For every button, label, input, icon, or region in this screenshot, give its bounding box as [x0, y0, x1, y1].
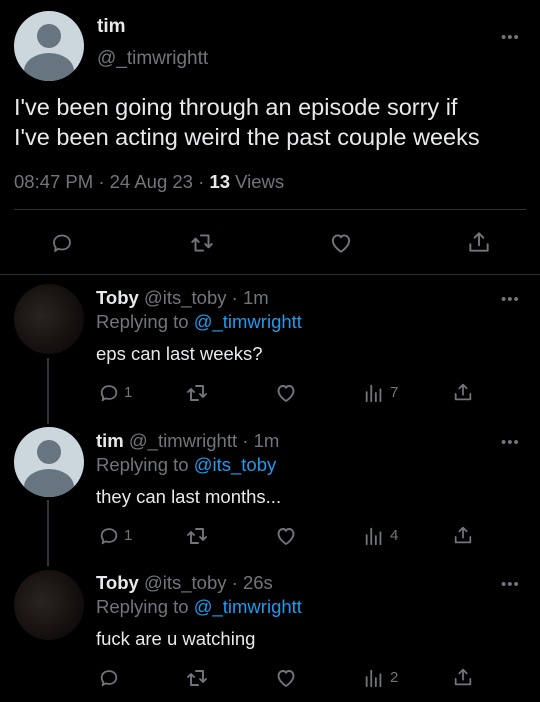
separator: ·: [231, 287, 238, 308]
views-count[interactable]: 13: [209, 171, 230, 192]
replying-to: Replying to @_timwrightt: [96, 596, 302, 618]
thread-line: [47, 500, 49, 566]
views-count: 4: [390, 527, 399, 544]
reply-icon[interactable]: [49, 231, 75, 255]
replying-to: Replying to @_timwrightt: [96, 311, 302, 333]
share-icon[interactable]: [452, 381, 474, 403]
display-name[interactable]: Toby: [96, 287, 139, 308]
retweet-icon[interactable]: [185, 524, 209, 548]
share-icon[interactable]: [452, 666, 474, 688]
avatar[interactable]: [14, 11, 84, 81]
replying-prefix: Replying to: [96, 311, 189, 332]
display-name[interactable]: tim: [97, 16, 126, 38]
avatar[interactable]: [14, 570, 84, 640]
replying-to-link[interactable]: @its_toby: [194, 454, 277, 475]
like-icon[interactable]: [327, 230, 355, 256]
divider: [0, 274, 540, 275]
display-name[interactable]: tim: [96, 430, 124, 451]
avatar[interactable]: [14, 284, 84, 354]
views-icon[interactable]: [363, 382, 385, 404]
retweet-icon[interactable]: [188, 230, 216, 256]
divider: [14, 209, 526, 210]
reply-header: Toby @its_toby · 1m: [96, 287, 269, 309]
thread-line: [47, 358, 49, 424]
separator: ·: [242, 430, 249, 451]
views-label[interactable]: Views: [235, 171, 284, 192]
views-count: 2: [390, 669, 399, 686]
tweet-time[interactable]: 08:47 PM: [14, 171, 93, 192]
more-icon[interactable]: •••: [501, 577, 520, 592]
reply-text: they can last months...: [96, 486, 282, 507]
views-count: 7: [390, 384, 399, 401]
reply-time[interactable]: 1m: [243, 287, 269, 308]
reply-text: fuck are u watching: [96, 628, 256, 649]
avatar[interactable]: [14, 427, 84, 497]
reply-time[interactable]: 1m: [254, 430, 280, 451]
reply-icon[interactable]: [98, 525, 120, 547]
user-handle[interactable]: @its_toby: [144, 572, 227, 593]
tweet-text-line-2: I've been acting weird the past couple w…: [14, 124, 480, 150]
reply-time[interactable]: 26s: [243, 572, 273, 593]
separator: ·: [98, 171, 105, 192]
reply-header: Toby @its_toby · 26s: [96, 572, 273, 594]
views-icon[interactable]: [363, 667, 385, 689]
more-icon[interactable]: •••: [501, 435, 520, 450]
like-icon[interactable]: [274, 524, 298, 548]
reply-count: 1: [124, 527, 133, 544]
like-icon[interactable]: [274, 666, 298, 690]
tweet-meta: 08:47 PM · 24 Aug 23 · 13 Views: [14, 171, 284, 193]
more-icon[interactable]: •••: [501, 292, 520, 307]
display-name[interactable]: Toby: [96, 572, 139, 593]
reply-count: 1: [124, 384, 133, 401]
reply-icon[interactable]: [98, 382, 120, 404]
retweet-icon[interactable]: [185, 666, 209, 690]
reply-header: tim @_timwrightt · 1m: [96, 430, 279, 452]
share-icon[interactable]: [466, 229, 492, 255]
like-icon[interactable]: [274, 381, 298, 405]
share-icon[interactable]: [452, 524, 474, 546]
replying-to-link[interactable]: @_timwrightt: [194, 596, 302, 617]
separator: ·: [198, 171, 205, 192]
retweet-icon[interactable]: [185, 381, 209, 405]
tweet-text-line-1: I've been going through an episode sorry…: [14, 94, 458, 120]
reply-icon[interactable]: [98, 667, 120, 689]
replying-to-link[interactable]: @_timwrightt: [194, 311, 302, 332]
user-handle[interactable]: @_timwrightt: [97, 48, 208, 70]
tweet-date[interactable]: 24 Aug 23: [110, 171, 193, 192]
more-icon[interactable]: •••: [501, 30, 520, 45]
replying-to: Replying to @its_toby: [96, 454, 276, 476]
replying-prefix: Replying to: [96, 454, 189, 475]
reply-text: eps can last weeks?: [96, 343, 263, 364]
views-icon[interactable]: [363, 525, 385, 547]
user-handle[interactable]: @_timwrightt: [129, 430, 237, 451]
replying-prefix: Replying to: [96, 596, 189, 617]
user-handle[interactable]: @its_toby: [144, 287, 227, 308]
separator: ·: [231, 572, 238, 593]
